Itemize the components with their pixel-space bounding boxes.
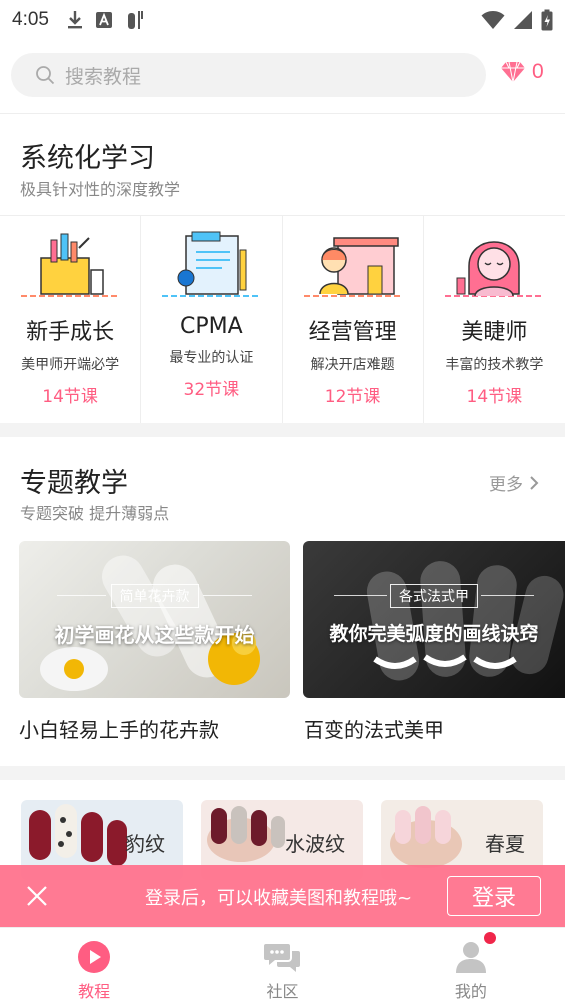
style-label: 春夏 xyxy=(485,832,525,856)
diamond-icon xyxy=(501,61,525,83)
topics-subtitle: 专题突破 提升薄弱点 xyxy=(20,504,170,523)
header-divider xyxy=(0,113,565,114)
more-label: 更多 xyxy=(489,475,523,495)
shopping-bag-tools-illustration xyxy=(21,233,120,297)
tag-rule-right xyxy=(203,595,253,596)
course-lesson-count: 14节课 xyxy=(466,387,523,407)
course-lesson-count: 14节课 xyxy=(42,387,98,407)
tag-rule-left xyxy=(56,595,106,596)
bottom-nav: 教程 社区 我的 xyxy=(0,927,565,1004)
course-card-beginner[interactable]: 新手成长 美甲师开端必学 14节课 xyxy=(0,216,142,423)
status-bar: 4:05 xyxy=(0,0,565,40)
close-icon[interactable] xyxy=(25,884,49,908)
diamond-count: 0 xyxy=(532,60,544,83)
topic-card-flowers[interactable]: 简单花卉款 初学画花从这些款开始 xyxy=(19,541,290,698)
systematic-subtitle: 极具针对性的深度教学 xyxy=(20,180,181,199)
course-card-lash-artist[interactable]: 美睫师 丰富的技术教学 14节课 xyxy=(424,216,565,423)
course-name: 美睫师 xyxy=(461,320,528,345)
person-icon xyxy=(455,942,486,973)
course-desc: 美甲师开端必学 xyxy=(21,357,120,373)
search-icon xyxy=(36,66,55,85)
topic-caption: 小白轻易上手的花卉款 xyxy=(19,718,219,742)
course-desc: 解决开店难题 xyxy=(310,357,395,373)
course-card-cpma[interactable]: CPMA 最专业的认证 32节课 xyxy=(141,216,283,423)
topic-tag: 各式法式甲 xyxy=(390,584,478,608)
app-a-icon xyxy=(95,12,112,28)
tag-rule-right xyxy=(481,595,534,596)
topic-headline: 教你完美弧度的画线诀窍 xyxy=(329,623,539,645)
status-time: 4:05 xyxy=(12,9,49,30)
topic-caption: 百变的法式美甲 xyxy=(304,718,444,742)
nav-tab-tutorials[interactable]: 教程 xyxy=(0,928,188,1004)
certificate-illustration xyxy=(162,231,261,297)
diamond-balance[interactable]: 0 xyxy=(500,60,544,84)
section-separator xyxy=(0,766,565,780)
tag-rule-left xyxy=(334,595,387,596)
notification-dot xyxy=(483,932,496,944)
course-name: 新手成长 xyxy=(26,320,115,345)
topics-title: 专题教学 xyxy=(20,468,128,499)
nav-label: 我的 xyxy=(454,982,487,1001)
nav-tab-profile[interactable]: 我的 xyxy=(377,928,565,1004)
nav-label: 社区 xyxy=(266,982,299,1001)
course-name: CPMA xyxy=(180,314,243,339)
signal-icon xyxy=(514,11,532,29)
status-notification-icons xyxy=(67,9,145,31)
course-name: 经营管理 xyxy=(308,320,397,345)
topic-headline: 初学画花从这些款开始 xyxy=(54,623,255,647)
login-button[interactable]: 登录 xyxy=(447,876,541,916)
nav-tab-community[interactable]: 社区 xyxy=(188,928,376,1004)
systematic-title: 系统化学习 xyxy=(20,143,155,174)
search-placeholder: 搜索教程 xyxy=(65,65,142,88)
course-lesson-count: 32节课 xyxy=(183,380,240,400)
download-icon xyxy=(67,11,82,29)
login-prompt-banner: 登录后，可以收藏美图和教程哦~ 登录 xyxy=(0,865,565,927)
chat-bubbles-icon xyxy=(264,944,301,972)
lash-artist-illustration xyxy=(445,241,544,297)
course-card-management[interactable]: 经营管理 解决开店难题 12节课 xyxy=(283,216,424,423)
course-grid: 新手成长 美甲师开端必学 14节课 CPMA 最专业的认证 32节课 经营管理 … xyxy=(0,215,565,423)
battery-icon xyxy=(541,9,553,31)
app-screen: 4:05 搜索教程 0 系统化学习 极具针对性的深度教学 新手成长 美甲师开端必… xyxy=(0,0,565,1004)
topic-card-french[interactable]: 各式法式甲 教你完美弧度的画线诀窍 xyxy=(303,541,565,698)
search-bar[interactable]: 搜索教程 xyxy=(11,53,486,97)
status-system-icons xyxy=(481,9,553,31)
course-desc: 最专业的认证 xyxy=(169,350,254,366)
play-circle-icon xyxy=(78,941,111,973)
login-prompt-message: 登录后，可以收藏美图和教程哦~ xyxy=(145,888,413,909)
style-label: 水波纹 xyxy=(285,832,345,856)
section-separator xyxy=(0,423,565,437)
chevron-right-icon xyxy=(530,475,539,490)
more-topics-link[interactable]: 更多 xyxy=(489,470,539,495)
course-lesson-count: 12节课 xyxy=(324,387,381,407)
style-label: 豹纹 xyxy=(125,832,165,856)
wifi-icon xyxy=(481,11,505,29)
nav-label: 教程 xyxy=(78,982,111,1001)
topic-tag: 简单花卉款 xyxy=(110,584,199,608)
nail-tool-icon xyxy=(127,11,143,29)
course-desc: 丰富的技术教学 xyxy=(445,357,544,373)
shop-owner-illustration xyxy=(303,237,402,297)
